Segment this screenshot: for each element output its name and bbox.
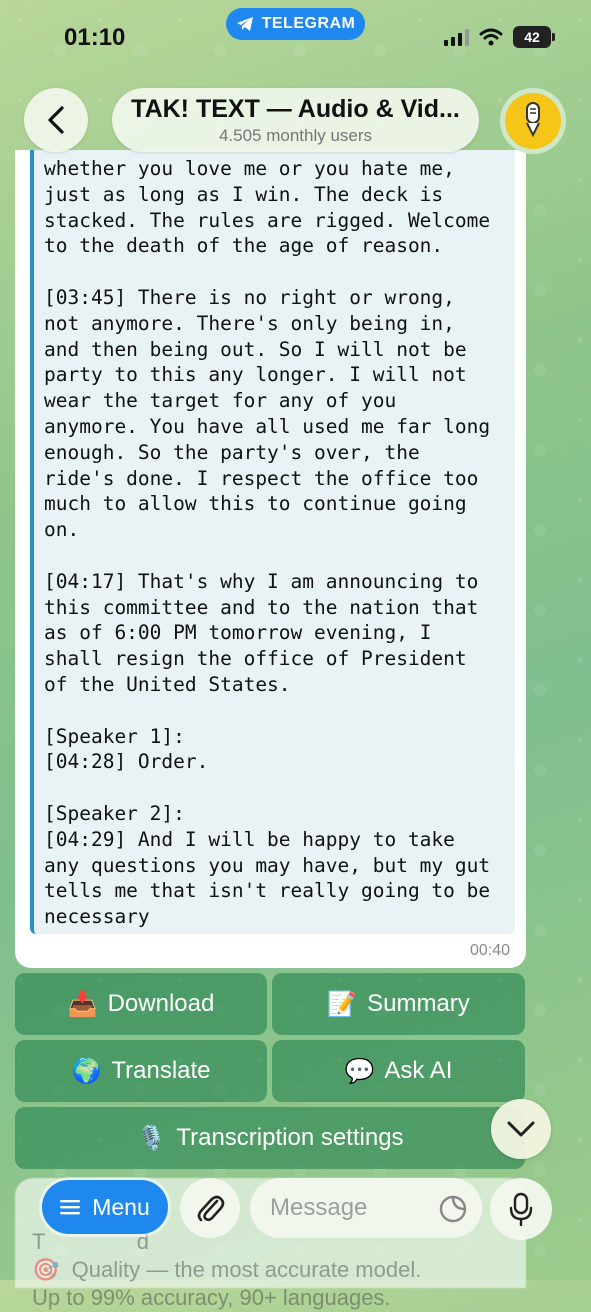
menu-label: Menu: [92, 1193, 150, 1220]
message-time: 00:40: [469, 942, 510, 959]
translate-button[interactable]: 🌍 Translate: [15, 1040, 267, 1102]
summary-label: Summary: [367, 990, 470, 1017]
inbox-tray-icon: 📥: [67, 990, 98, 1018]
return-to-telegram-pill[interactable]: TELEGRAM: [226, 8, 365, 40]
transcription-settings-button[interactable]: 🎙️ Transcription settings: [15, 1107, 525, 1169]
download-button[interactable]: 📥 Download: [15, 973, 267, 1035]
ask-ai-button[interactable]: 💬 Ask AI: [272, 1040, 525, 1102]
globe-icon: 🌍: [71, 1057, 102, 1085]
message-input-container: [250, 1178, 482, 1238]
bot-avatar[interactable]: [500, 88, 566, 154]
studio-microphone-icon: 🎙️: [136, 1124, 167, 1152]
transcript-quote: whether you love me or you hate me, just…: [30, 150, 515, 934]
bot-menu-button[interactable]: Menu: [42, 1180, 168, 1234]
status-icons: 42: [444, 26, 555, 48]
status-time: 01:10: [64, 24, 126, 51]
summary-button[interactable]: 📝 Summary: [272, 973, 525, 1035]
message-bubble[interactable]: whether you love me or you hate me, just…: [15, 150, 526, 968]
voice-record-button[interactable]: [490, 1178, 552, 1240]
telegram-plane-icon: [236, 17, 253, 31]
microphone-icon: [509, 1192, 533, 1226]
microphone-pen-icon: [526, 102, 540, 138]
translate-label: Translate: [111, 1057, 211, 1084]
paperclip-icon: [197, 1195, 225, 1222]
chat-title-pill[interactable]: TAK! TEXT — Audio & Vid... 4.505 monthly…: [112, 88, 479, 152]
hamburger-menu-icon: [60, 1200, 81, 1215]
transcript-text: whether you love me or you hate me, just…: [44, 157, 491, 929]
chevron-left-icon: [48, 106, 64, 134]
sticker-icon[interactable]: [438, 1194, 468, 1224]
chat-subtitle: 4.505 monthly users: [218, 125, 373, 145]
transcription-settings-label: Transcription settings: [176, 1124, 404, 1151]
memo-icon: 📝: [327, 990, 358, 1018]
ask-ai-label: Ask AI: [384, 1057, 453, 1084]
chat-title: TAK! TEXT — Audio & Vid...: [131, 94, 460, 123]
battery-indicator: 42: [513, 26, 555, 48]
speech-bubble-icon: 💬: [344, 1057, 375, 1085]
next-message-preview-text: T d 🎯 Quality — the most accurate model.…: [32, 1229, 422, 1310]
download-label: Download: [107, 990, 215, 1017]
wifi-icon: [479, 28, 503, 46]
scroll-to-bottom-button[interactable]: [491, 1099, 551, 1159]
chevron-down-icon: [507, 1121, 535, 1137]
back-button[interactable]: [24, 88, 88, 152]
message-input[interactable]: [268, 1193, 432, 1223]
telegram-pill-label: TELEGRAM: [261, 15, 356, 32]
attach-button[interactable]: [180, 1178, 240, 1238]
cellular-signal-icon: [444, 28, 469, 46]
